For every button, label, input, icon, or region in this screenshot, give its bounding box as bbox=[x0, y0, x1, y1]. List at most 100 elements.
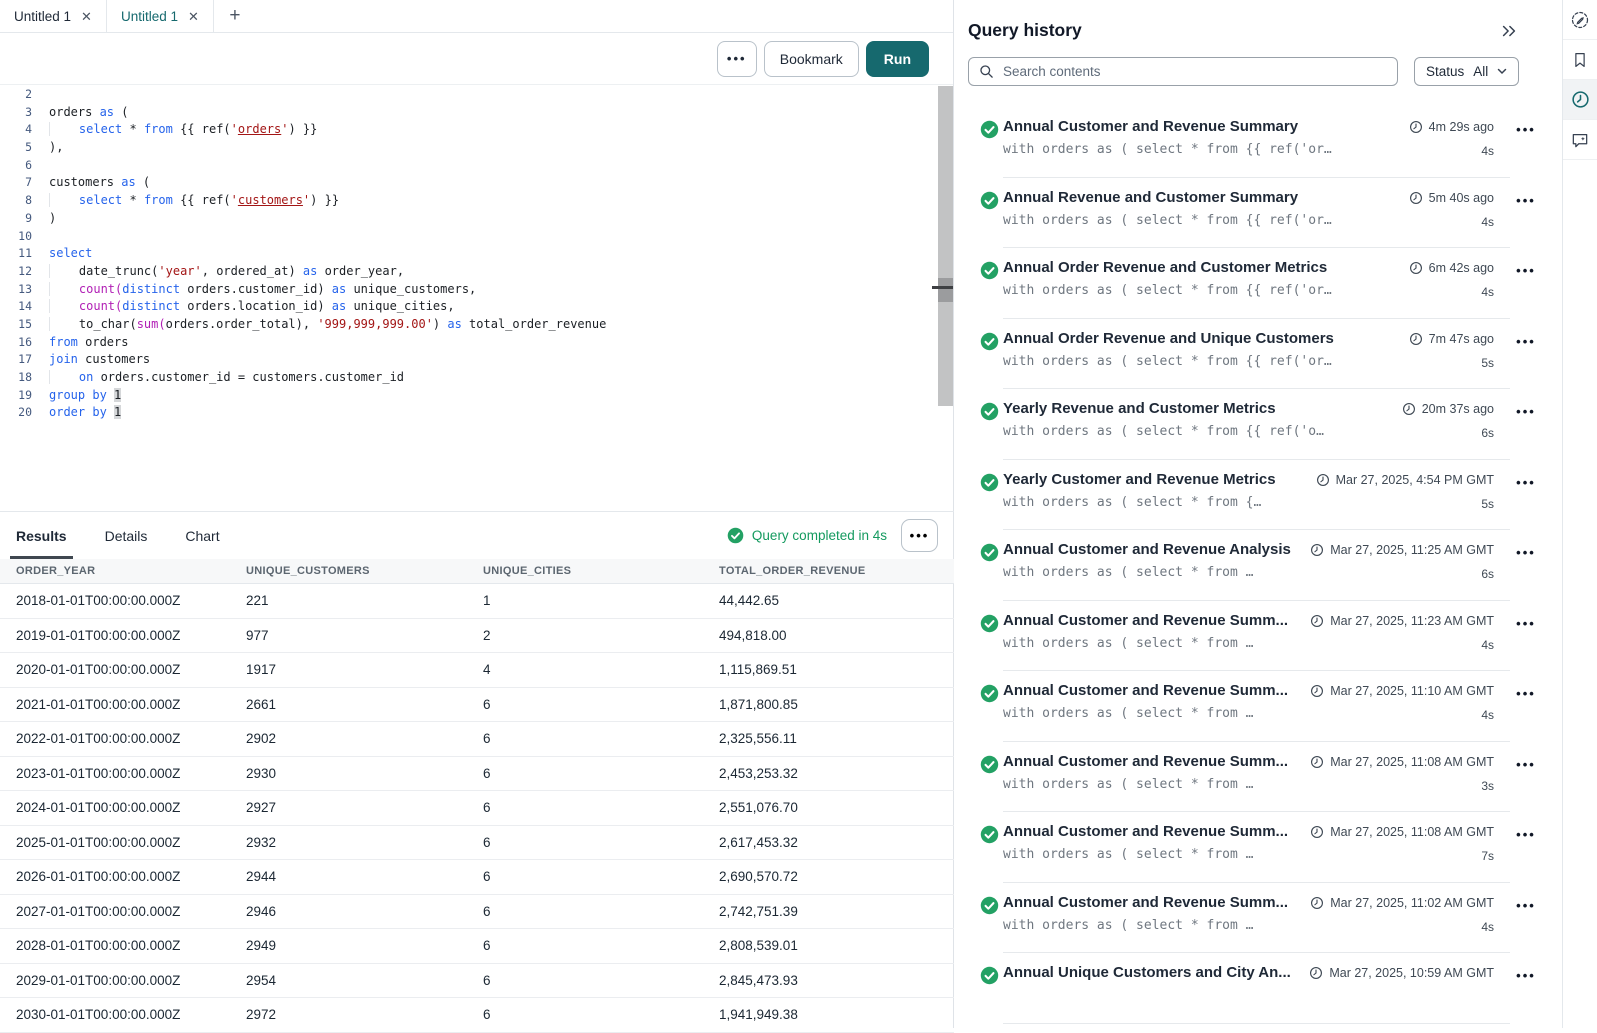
item-more-button[interactable]: ••• bbox=[1516, 259, 1536, 277]
query-history-item[interactable]: Annual Revenue and Customer Summary 5m 4… bbox=[954, 178, 1562, 249]
code-line[interactable]: 6 bbox=[0, 157, 954, 175]
table-cell: 2 bbox=[483, 628, 719, 643]
query-timestamp: Mar 27, 2025, 11:08 AM GMT bbox=[1310, 753, 1494, 771]
table-row: 2019-01-01T00:00:00.000Z9772494,818.00 bbox=[0, 619, 954, 654]
item-more-button[interactable]: ••• bbox=[1516, 682, 1536, 700]
query-history-item[interactable]: Annual Customer and Revenue Summ... Mar … bbox=[954, 883, 1562, 954]
code-line[interactable]: 11select bbox=[0, 245, 954, 263]
item-more-button[interactable]: ••• bbox=[1516, 894, 1536, 912]
rail-item-query-history[interactable] bbox=[1563, 80, 1597, 120]
item-more-button[interactable]: ••• bbox=[1516, 189, 1536, 207]
code-line[interactable]: 9) bbox=[0, 210, 954, 228]
run-button[interactable]: Run bbox=[866, 41, 929, 77]
item-more-button[interactable]: ••• bbox=[1516, 118, 1536, 136]
code-line[interactable]: 17join customers bbox=[0, 351, 954, 369]
table-cell: 2954 bbox=[246, 973, 483, 988]
new-tab-button[interactable]: + bbox=[214, 0, 256, 32]
item-more-button[interactable]: ••• bbox=[1516, 823, 1536, 841]
item-more-button[interactable]: ••• bbox=[1516, 400, 1536, 418]
query-duration: 3s bbox=[1481, 779, 1494, 793]
bookmark-button[interactable]: Bookmark bbox=[764, 41, 859, 77]
item-more-button[interactable]: ••• bbox=[1516, 964, 1536, 982]
query-history-panel: Query history Status All bbox=[954, 0, 1562, 1028]
query-timestamp: Mar 27, 2025, 11:23 AM GMT bbox=[1310, 612, 1494, 630]
table-cell: 2,325,556.11 bbox=[719, 731, 938, 746]
tab-untitled-1-active[interactable]: Untitled 1 ✕ bbox=[107, 0, 214, 32]
query-history-item[interactable]: Annual Customer and Revenue Summary 4m 2… bbox=[954, 107, 1562, 178]
query-history-item[interactable]: Annual Order Revenue and Customer Metric… bbox=[954, 248, 1562, 319]
table-cell: 6 bbox=[483, 869, 719, 884]
code-line[interactable]: 10 bbox=[0, 228, 954, 246]
query-history-item[interactable]: Annual Customer and Revenue Summ... Mar … bbox=[954, 812, 1562, 883]
query-history-item[interactable]: Annual Customer and Revenue Summ... Mar … bbox=[954, 601, 1562, 672]
rail-item-assistant[interactable] bbox=[1563, 120, 1597, 160]
table-cell: 2023-01-01T00:00:00.000Z bbox=[16, 766, 246, 781]
query-history-item[interactable]: Yearly Customer and Revenue Metrics Mar … bbox=[954, 460, 1562, 531]
code-line[interactable]: 7customers as ( bbox=[0, 174, 954, 192]
editor-scrollbar-thumb[interactable] bbox=[938, 278, 953, 302]
item-more-button[interactable]: ••• bbox=[1516, 330, 1536, 348]
query-history-item[interactable]: Annual Unique Customers and City An... M… bbox=[954, 953, 1562, 1024]
table-row: 2020-01-01T00:00:00.000Z191741,115,869.5… bbox=[0, 653, 954, 688]
collapse-panel-button[interactable] bbox=[1500, 23, 1518, 39]
table-cell: 6 bbox=[483, 904, 719, 919]
tab-results[interactable]: Results bbox=[16, 512, 67, 559]
line-number: 17 bbox=[0, 351, 32, 369]
code-line[interactable]: 13 count(distinct orders.customer_id) as… bbox=[0, 281, 954, 299]
query-timestamp: Mar 27, 2025, 11:02 AM GMT bbox=[1310, 894, 1494, 912]
query-timestamp: Mar 27, 2025, 4:54 PM GMT bbox=[1316, 471, 1494, 489]
table-cell: 2,453,253.32 bbox=[719, 766, 938, 781]
query-sql-preview: with orders as ( select * from {{ ref('o… bbox=[1003, 283, 1399, 299]
code-line[interactable]: 19group by 1 bbox=[0, 387, 954, 405]
success-check-icon bbox=[980, 966, 999, 985]
query-history-item[interactable]: Annual Customer and Revenue Summ... Mar … bbox=[954, 742, 1562, 813]
query-sql-preview: with orders as ( select * from {… bbox=[1003, 495, 1306, 511]
code-line[interactable]: 12 date_trunc('year', ordered_at) as ord… bbox=[0, 263, 954, 281]
search-box[interactable] bbox=[968, 57, 1398, 86]
clock-icon bbox=[1409, 120, 1423, 134]
item-more-button[interactable]: ••• bbox=[1516, 471, 1536, 489]
query-duration: 4s bbox=[1481, 144, 1494, 158]
editor-scrollbar[interactable] bbox=[938, 86, 953, 406]
item-more-button[interactable]: ••• bbox=[1516, 753, 1536, 771]
code-line[interactable]: 16from orders bbox=[0, 334, 954, 352]
rail-item-bookmarks[interactable] bbox=[1563, 40, 1597, 80]
code-line[interactable]: 18 on orders.customer_id = customers.cus… bbox=[0, 369, 954, 387]
query-history-item[interactable]: Yearly Revenue and Customer Metrics 20m … bbox=[954, 389, 1562, 460]
clock-icon bbox=[1310, 825, 1324, 839]
item-more-button[interactable]: ••• bbox=[1516, 612, 1536, 630]
table-cell: 6 bbox=[483, 1007, 719, 1022]
query-history-item[interactable]: Annual Order Revenue and Unique Customer… bbox=[954, 319, 1562, 390]
success-check-icon bbox=[980, 825, 999, 844]
table-cell: 6 bbox=[483, 800, 719, 815]
table-row: 2026-01-01T00:00:00.000Z294462,690,570.7… bbox=[0, 860, 954, 895]
code-line[interactable]: 2 bbox=[0, 86, 954, 104]
code-line[interactable]: 4 select * from {{ ref('orders') }} bbox=[0, 121, 954, 139]
rail-item-explore[interactable] bbox=[1563, 0, 1597, 40]
tab-details[interactable]: Details bbox=[105, 512, 148, 559]
code-line[interactable]: 15 to_char(sum(orders.order_total), '999… bbox=[0, 316, 954, 334]
code-line[interactable]: 14 count(distinct orders.location_id) as… bbox=[0, 298, 954, 316]
results-more-button[interactable]: ••• bbox=[901, 519, 938, 552]
close-tab-icon[interactable]: ✕ bbox=[188, 10, 199, 23]
sql-code-editor[interactable]: 23orders as (4 select * from {{ ref('ord… bbox=[0, 86, 954, 505]
item-more-button[interactable]: ••• bbox=[1516, 541, 1536, 559]
editor-pane: Untitled 1 ✕ Untitled 1 ✕ + ••• Bookmark… bbox=[0, 0, 954, 1028]
tab-untitled-1[interactable]: Untitled 1 ✕ bbox=[0, 0, 107, 32]
code-line[interactable]: 20order by 1 bbox=[0, 404, 954, 422]
search-input[interactable] bbox=[1003, 64, 1387, 79]
query-history-item[interactable]: Annual Customer and Revenue Summ... Mar … bbox=[954, 671, 1562, 742]
query-timestamp: Mar 27, 2025, 10:59 AM GMT bbox=[1309, 964, 1494, 982]
tab-chart[interactable]: Chart bbox=[185, 512, 219, 559]
code-line[interactable]: 5), bbox=[0, 139, 954, 157]
table-cell: 221 bbox=[246, 593, 483, 608]
code-line[interactable]: 8 select * from {{ ref('customers') }} bbox=[0, 192, 954, 210]
code-line[interactable]: 3orders as ( bbox=[0, 104, 954, 122]
query-history-item[interactable]: Annual Customer and Revenue Analysis Mar… bbox=[954, 530, 1562, 601]
query-title: Annual Customer and Revenue Analysis bbox=[1003, 541, 1300, 559]
status-filter-dropdown[interactable]: Status All bbox=[1414, 57, 1519, 86]
table-row: 2018-01-01T00:00:00.000Z221144,442.65 bbox=[0, 584, 954, 619]
more-options-button[interactable]: ••• bbox=[717, 41, 757, 77]
success-check-icon bbox=[980, 332, 999, 351]
close-tab-icon[interactable]: ✕ bbox=[81, 10, 92, 23]
